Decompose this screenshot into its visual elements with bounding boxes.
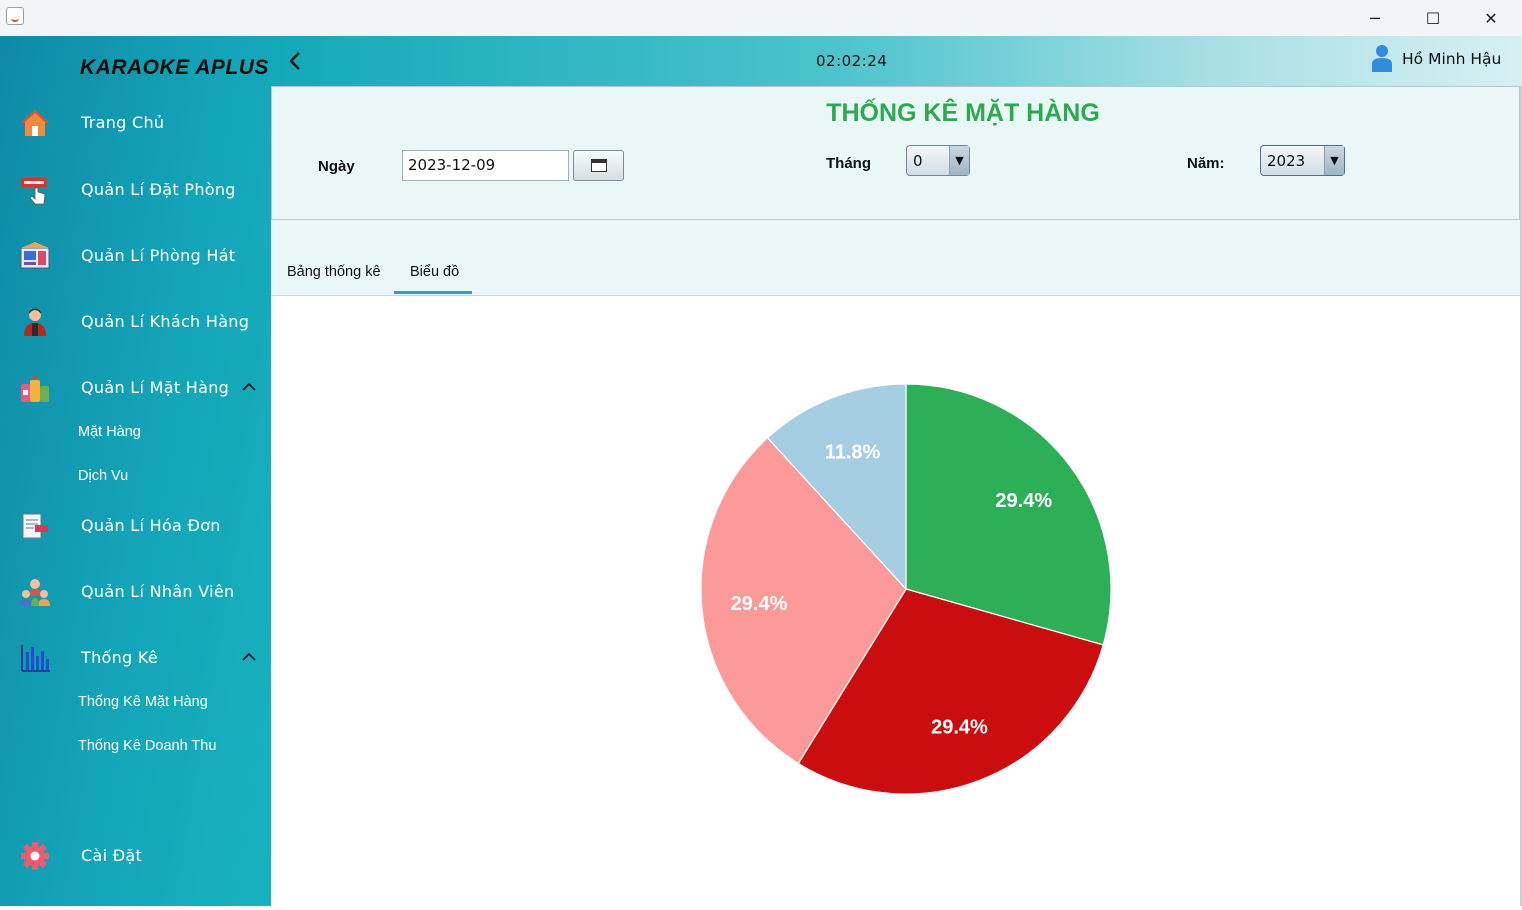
date-label: Ngày	[318, 158, 355, 175]
pie-chart: 29.4% 29.4% 29.4% 11.8%	[700, 383, 1112, 795]
brand-title: KARAOKE APLUS	[80, 56, 269, 79]
active-tab-indicator	[394, 291, 472, 294]
sidebar-subitem-products[interactable]: Mặt Hàng	[78, 424, 141, 446]
sidebar-item-invoice[interactable]: Quản Lí Hóa Đơn	[0, 506, 271, 546]
maximize-button[interactable]: ☐	[1404, 0, 1462, 36]
home-icon	[21, 110, 49, 136]
calendar-icon	[591, 159, 607, 172]
user-icon[interactable]	[1371, 44, 1393, 72]
sidebar-item-label: Quản Lí Khách Hàng	[81, 312, 250, 331]
tab-table[interactable]: Bảng thống kê	[287, 264, 381, 280]
sidebar-subitem-services[interactable]: Dịch Vu	[78, 468, 128, 490]
staff-icon	[20, 579, 50, 606]
minimize-button[interactable]: ─	[1346, 0, 1404, 36]
sidebar-item-label: Quản Lí Đặt Phòng	[81, 180, 236, 199]
month-select[interactable]: 0 ▼	[906, 145, 970, 176]
sidebar-item-statistics[interactable]: Thống Kê	[0, 638, 271, 678]
sidebar-item-settings[interactable]: Cài Đặt	[0, 836, 271, 876]
sidebar-subitem-product-stats[interactable]: Thống Kê Mặt Hàng	[78, 694, 208, 716]
page-title: THỐNG KÊ MẶT HÀNG	[826, 99, 1100, 127]
chart-area: 29.4% 29.4% 29.4% 11.8%	[271, 296, 1520, 906]
year-select[interactable]: 2023 ▼	[1260, 145, 1345, 176]
customer-icon	[24, 308, 46, 336]
invoice-icon	[22, 513, 48, 539]
window-title-bar: ─ ☐ ✕	[0, 0, 1522, 36]
chevron-up-icon[interactable]	[242, 652, 256, 662]
sidebar-item-book-room[interactable]: Quản Lí Đặt Phòng	[0, 170, 271, 210]
calendar-button[interactable]	[573, 150, 624, 181]
tab-chart[interactable]: Biểu đồ	[410, 264, 459, 280]
sidebar-item-label: Quản Lí Hóa Đơn	[81, 516, 221, 535]
year-label: Năm:	[1187, 155, 1225, 172]
year-value: 2023	[1267, 152, 1306, 170]
chevron-up-icon[interactable]	[242, 382, 256, 392]
sidebar-item-label: Quản Lí Nhân Viên	[81, 582, 235, 601]
sidebar-item-label: Cài Đặt	[81, 846, 143, 865]
sidebar-item-home[interactable]: Trang Chủ	[0, 103, 271, 143]
sidebar: KARAOKE APLUS Trang Chủ Quản Lí Đặt Phòn…	[0, 36, 271, 906]
pie-slice-label: 11.8%	[825, 441, 881, 463]
products-icon	[21, 375, 49, 402]
sidebar-item-customer[interactable]: Quản Lí Khách Hàng	[0, 302, 271, 342]
sidebar-item-products[interactable]: Quản Lí Mặt Hàng	[0, 368, 271, 408]
sidebar-item-label: Thống Kê	[81, 648, 159, 667]
sidebar-item-label: Quản Lí Phòng Hát	[81, 246, 236, 265]
month-label: Tháng	[826, 155, 871, 172]
dropdown-arrow-icon: ▼	[949, 146, 969, 175]
book-room-icon	[21, 178, 47, 205]
statistics-icon	[21, 645, 50, 672]
top-header: 02:02:24 Hồ Minh Hậu	[271, 36, 1522, 86]
sidebar-subitem-revenue-stats[interactable]: Thống Kê Doanh Thu	[78, 738, 216, 760]
user-name[interactable]: Hồ Minh Hậu	[1402, 50, 1501, 68]
sidebar-item-karaoke-room[interactable]: Quản Lí Phòng Hát	[0, 236, 271, 276]
pie-slice-label: 29.4%	[731, 593, 788, 615]
settings-icon	[21, 842, 49, 870]
dropdown-arrow-icon: ▼	[1324, 146, 1344, 175]
month-value: 0	[913, 152, 923, 170]
pie-slice-label: 29.4%	[931, 717, 988, 739]
java-app-icon	[6, 7, 24, 25]
tab-bar: Bảng thống kê Biểu đồ	[271, 220, 1520, 296]
sidebar-item-label: Quản Lí Mặt Hàng	[81, 378, 230, 397]
clock: 02:02:24	[816, 52, 888, 70]
close-button[interactable]: ✕	[1462, 0, 1520, 36]
date-input[interactable]: 2023-12-09	[402, 150, 569, 181]
back-arrow-icon[interactable]	[285, 50, 307, 72]
karaoke-room-icon	[20, 242, 50, 269]
sidebar-item-label: Trang Chủ	[81, 113, 165, 132]
pie-slice-label: 29.4%	[995, 490, 1052, 512]
sidebar-item-staff[interactable]: Quản Lí Nhân Viên	[0, 572, 271, 612]
filter-panel: THỐNG KÊ MẶT HÀNG Ngày 2023-12-09 Tháng …	[271, 86, 1520, 220]
